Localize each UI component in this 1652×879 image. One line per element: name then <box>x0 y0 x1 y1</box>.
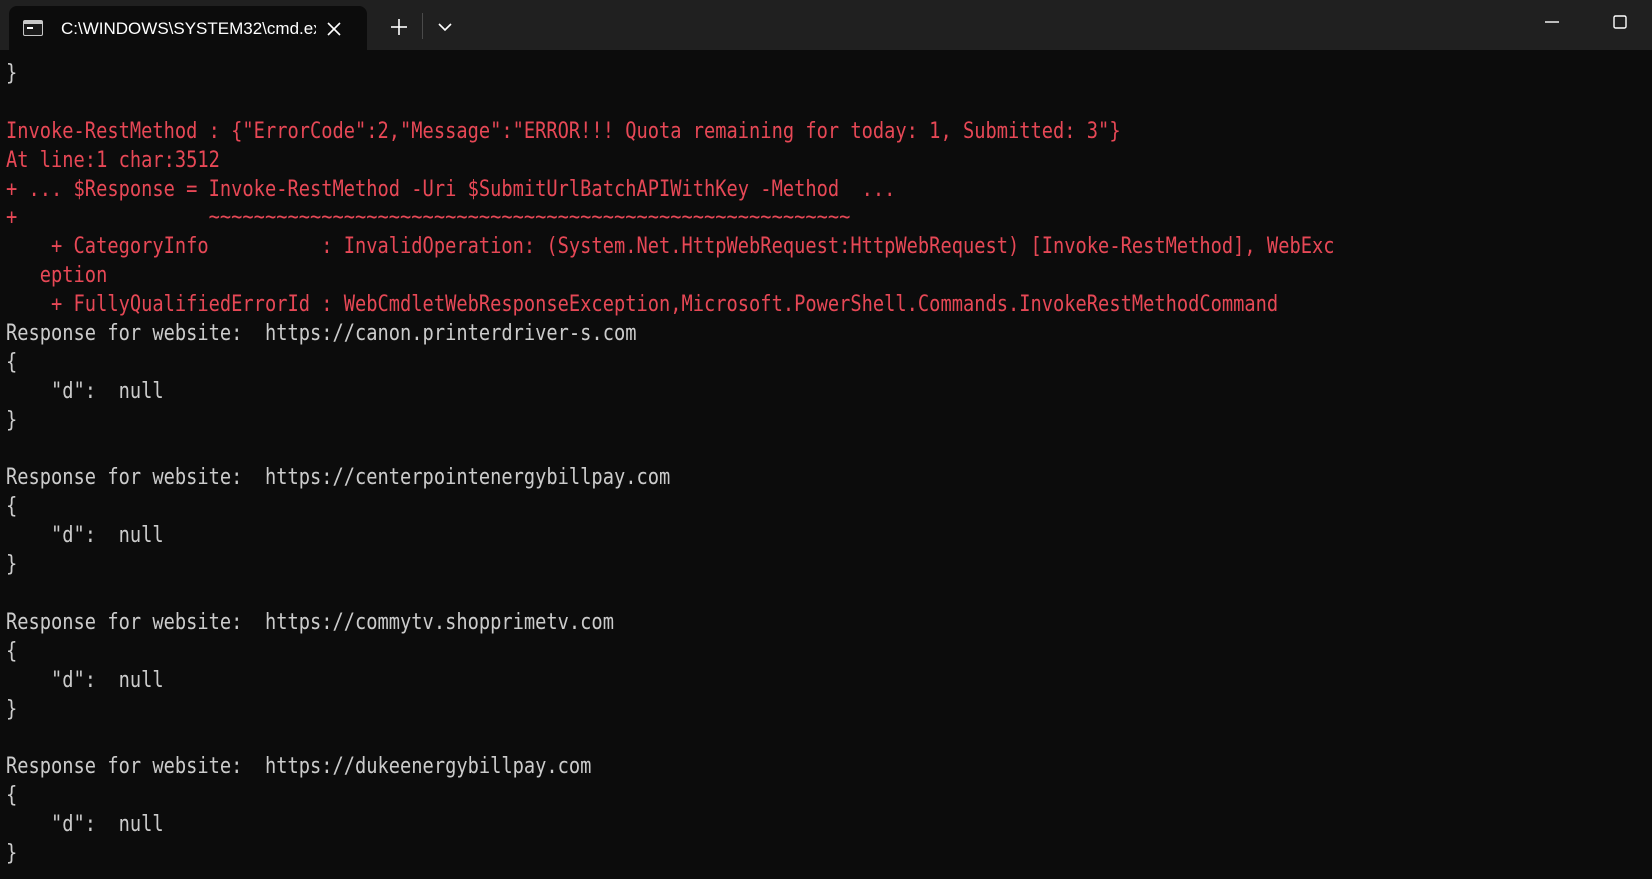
maximize-icon <box>1613 15 1627 29</box>
output-line: { <box>6 494 18 520</box>
output-line: } <box>6 407 18 433</box>
tab-cmd[interactable]: C:\WINDOWS\SYSTEM32\cmd.exe <box>9 6 367 50</box>
title-bar: C:\WINDOWS\SYSTEM32\cmd.exe <box>0 0 1652 50</box>
close-icon[interactable] <box>323 18 345 40</box>
output-line: { <box>6 783 18 809</box>
chevron-down-icon <box>438 23 452 32</box>
error-line: + FullyQualifiedErrorId : WebCmdletWebRe… <box>6 292 1279 318</box>
error-line: eption <box>6 263 108 289</box>
tab-separator <box>422 13 423 39</box>
new-tab-button[interactable] <box>382 10 416 44</box>
output-line: Response for website: https://dukeenergy… <box>6 754 592 780</box>
output-line: "d": null <box>6 378 164 404</box>
output-line: Response for website: https://canon.prin… <box>6 321 637 347</box>
output-line: } <box>6 841 18 867</box>
terminal-icon <box>23 20 43 36</box>
error-line: Invoke-RestMethod : {"ErrorCode":2,"Mess… <box>6 118 1121 144</box>
output-line: "d": null <box>6 667 164 693</box>
minimize-icon <box>1545 21 1559 23</box>
output-line: "d": null <box>6 812 164 838</box>
output-line: } <box>6 696 18 722</box>
minimize-button[interactable] <box>1524 0 1580 44</box>
output-line: Response for website: https://centerpoin… <box>6 465 671 491</box>
output-line: } <box>6 61 18 86</box>
tab-title: C:\WINDOWS\SYSTEM32\cmd.exe <box>61 19 316 38</box>
output-line: Response for website: https://commytv.sh… <box>6 609 614 635</box>
output-line: { <box>6 638 18 664</box>
output-line: { <box>6 349 18 375</box>
console-output[interactable]: } Invoke-RestMethod : {"ErrorCode":2,"Mes… <box>0 50 1652 879</box>
plus-icon <box>391 19 407 35</box>
error-line: At line:1 char:3512 <box>6 147 220 173</box>
error-line: + ... $Response = Invoke-RestMethod -Uri… <box>6 176 896 202</box>
console-lines: } Invoke-RestMethod : {"ErrorCode":2,"Mes… <box>6 60 1334 869</box>
error-line: + ~~~~~~~~~~~~~~~~~~~~~~~~~~~~~~~~~~~~~~… <box>6 205 851 231</box>
error-line: + CategoryInfo : InvalidOperation: (Syst… <box>6 234 1335 260</box>
maximize-button[interactable] <box>1592 0 1648 44</box>
output-line: "d": null <box>6 523 164 549</box>
tab-dropdown-button[interactable] <box>428 10 462 44</box>
output-line: } <box>6 552 18 578</box>
